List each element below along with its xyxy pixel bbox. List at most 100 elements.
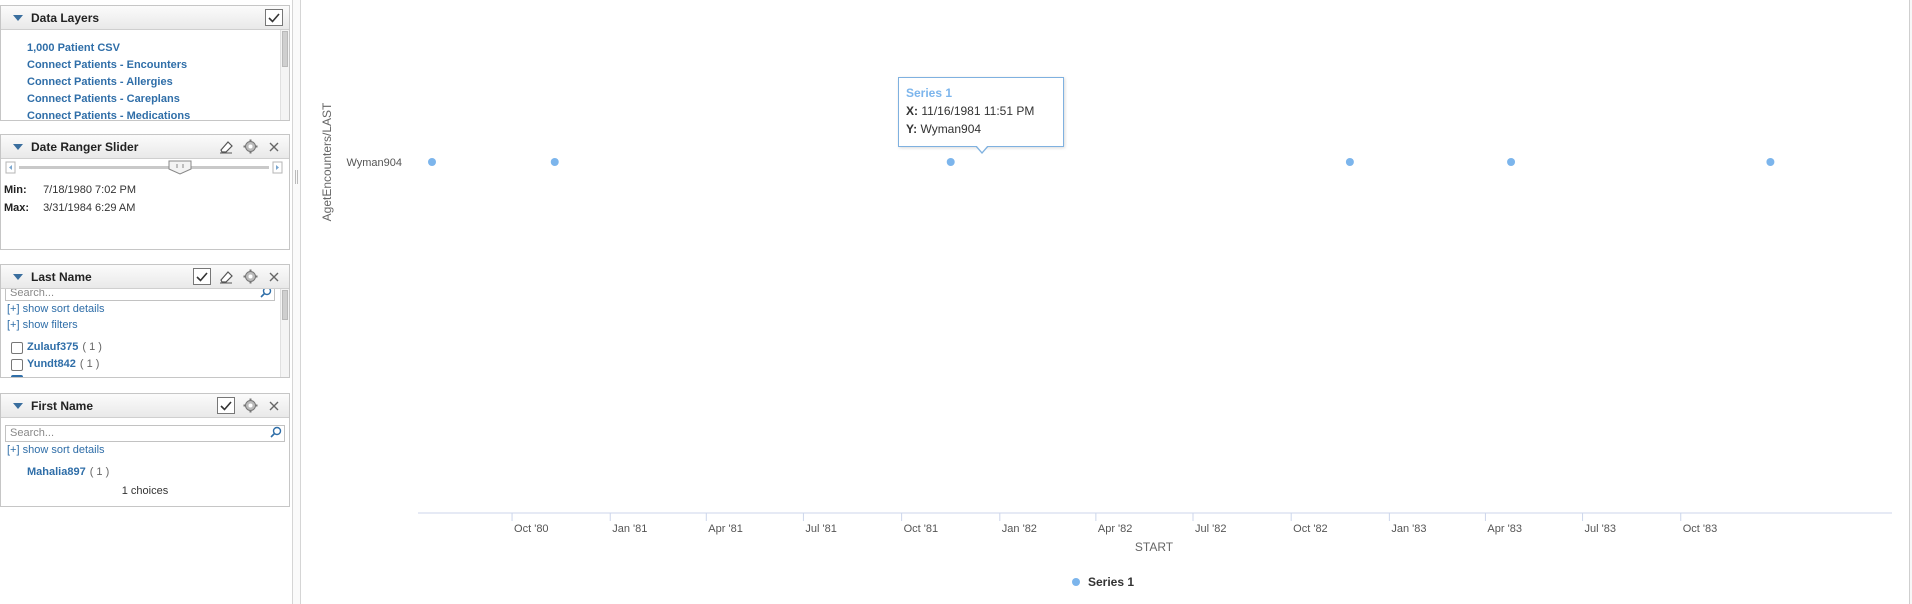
gear-icon[interactable] xyxy=(241,138,259,155)
last-name-search-input[interactable]: Search... xyxy=(5,289,275,301)
max-row: Max: 3/31/1984 6:29 AM xyxy=(1,199,289,217)
x-tick-label: Oct '82 xyxy=(1293,523,1328,535)
x-tick-label: Oct '81 xyxy=(904,523,939,535)
x-tick-label: Jul '83 xyxy=(1585,523,1616,535)
partial-checkbox xyxy=(11,375,23,377)
tooltip-x-value: 11/16/1981 11:51 PM xyxy=(921,104,1035,118)
search-icon[interactable] xyxy=(260,289,272,302)
max-value: 3/31/1984 6:29 AM xyxy=(43,202,136,214)
list-item[interactable]: Zulauf375 ( 1 ) xyxy=(1,339,289,356)
choice-name: Mahalia897 xyxy=(27,466,86,478)
layer-item[interactable]: 1,000 Patient CSV xyxy=(1,40,289,57)
panel-title: First Name xyxy=(31,398,94,413)
panel-title: Data Layers xyxy=(31,10,100,25)
choice-count: ( 1 ) xyxy=(89,466,110,478)
select-all-checkbox-icon[interactable] xyxy=(193,268,211,285)
scrollbar[interactable] xyxy=(280,289,289,377)
search-placeholder: Search... xyxy=(10,427,55,439)
first-name-body: Search... [+] show sort details Mahalia8… xyxy=(1,418,289,506)
x-tick-label: Jan '81 xyxy=(612,523,647,535)
x-tick-label: Apr '81 xyxy=(708,523,743,535)
choice-name: Zulauf375 xyxy=(27,341,79,353)
list-item[interactable]: Mahalia897 ( 1 ) xyxy=(1,464,289,481)
tooltip-arrow-inner xyxy=(976,145,988,152)
show-sort-details-link[interactable]: [+] show sort details xyxy=(1,442,289,458)
panel-title: Last Name xyxy=(31,269,92,284)
x-tick-label: Jul '82 xyxy=(1195,523,1226,535)
gear-icon[interactable] xyxy=(241,397,259,414)
data-point xyxy=(1766,158,1775,166)
data-point xyxy=(1507,158,1516,166)
data-point xyxy=(946,158,955,166)
panel-title: Date Ranger Slider xyxy=(31,139,139,154)
date-range-slider[interactable] xyxy=(1,159,289,181)
close-icon[interactable] xyxy=(265,138,283,155)
left-panel-column: Data Layers 1,000 Patient CSV Connect Pa… xyxy=(0,0,292,604)
select-all-checkbox-icon[interactable] xyxy=(265,9,283,26)
chart-tooltip: Series 1 X: 11/16/1981 11:51 PM Y: Wyman… xyxy=(898,77,1064,154)
x-tick-label: Apr '83 xyxy=(1487,523,1522,535)
eraser-icon[interactable] xyxy=(217,268,235,285)
choice-name: Yundt842 xyxy=(27,358,76,370)
layer-item[interactable]: Connect Patients - Careplans xyxy=(1,91,289,108)
x-tick-label: Jan '82 xyxy=(1002,523,1037,535)
splitter-grip[interactable] xyxy=(295,170,298,184)
x-tick-label: Apr '82 xyxy=(1098,523,1133,535)
scroll-thumb[interactable] xyxy=(282,31,288,67)
date-slider-header[interactable]: Date Ranger Slider xyxy=(1,135,289,159)
close-icon[interactable] xyxy=(265,268,283,285)
min-row: Min: 7/18/1980 7:02 PM xyxy=(1,181,289,199)
collapse-triangle-icon[interactable] xyxy=(13,273,23,280)
choice-count: ( 1 ) xyxy=(82,341,102,353)
show-sort-details-link[interactable]: [+] show sort details xyxy=(1,301,289,317)
chart-canvas: Oct '80 Jan '81 Apr '81 Jul '81 Oct '81 Jan '… xyxy=(320,102,1892,554)
x-tick-label: Oct '80 xyxy=(514,523,549,535)
layer-item[interactable]: Connect Patients - Encounters xyxy=(1,57,289,74)
y-category-label: Wyman904 xyxy=(346,157,402,169)
x-tick-label: Oct '83 xyxy=(1683,523,1718,535)
layer-item[interactable]: Connect Patients - Allergies xyxy=(1,74,289,91)
last-name-body: Search... [+] show sort details [+] show… xyxy=(1,289,289,377)
close-icon[interactable] xyxy=(265,397,283,414)
eraser-icon[interactable] xyxy=(217,138,235,155)
x-axis-title: START xyxy=(1135,540,1174,554)
min-label: Min: xyxy=(4,184,27,196)
legend-marker xyxy=(1072,578,1080,586)
gear-icon[interactable] xyxy=(241,268,259,285)
scrollbar[interactable] xyxy=(280,30,289,120)
select-all-checkbox-icon[interactable] xyxy=(217,397,235,414)
tooltip-y-row: Y: Wyman904 xyxy=(906,122,982,136)
collapse-triangle-icon[interactable] xyxy=(13,14,23,21)
first-name-panel: First Name Search... [+] show sort detai… xyxy=(0,393,290,507)
scroll-thumb[interactable] xyxy=(282,290,288,320)
first-name-header[interactable]: First Name xyxy=(1,394,289,418)
date-slider-panel: Date Ranger Slider Min: 7/18/1980 7:02 P… xyxy=(0,134,290,250)
choice-checkbox[interactable] xyxy=(11,358,23,371)
data-point xyxy=(428,158,436,166)
search-placeholder: Search... xyxy=(10,289,55,299)
tooltip-x-row: X: 11/16/1981 11:51 PM xyxy=(906,104,1035,118)
collapse-triangle-icon[interactable] xyxy=(13,402,23,409)
x-tick-label: Jan '83 xyxy=(1391,523,1426,535)
list-item[interactable]: Yundt842 ( 1 ) xyxy=(1,356,289,373)
data-layers-header[interactable]: Data Layers xyxy=(1,6,289,30)
data-layers-list: 1,000 Patient CSV Connect Patients - Enc… xyxy=(1,30,289,120)
tooltip-series-name: Series 1 xyxy=(906,86,953,100)
choice-count: ( 1 ) xyxy=(79,358,100,370)
collapse-triangle-icon[interactable] xyxy=(13,143,23,150)
data-layers-panel: Data Layers 1,000 Patient CSV Connect Pa… xyxy=(0,5,290,121)
panel-splitter[interactable] xyxy=(292,0,301,604)
show-filters-link[interactable]: [+] show filters xyxy=(1,317,289,333)
tooltip-x-label: X xyxy=(906,104,915,118)
layer-item[interactable]: Connect Patients - Medications xyxy=(1,108,289,120)
chart-legend[interactable]: Series 1 xyxy=(1072,575,1134,589)
search-icon[interactable] xyxy=(270,426,282,442)
first-name-search-input[interactable]: Search... xyxy=(5,425,285,442)
date-slider-body: Min: 7/18/1980 7:02 PM Max: 3/31/1984 6:… xyxy=(1,159,289,249)
data-point xyxy=(1345,158,1354,166)
scatter-chart: Oct '80 Jan '81 Apr '81 Jul '81 Oct '81 Jan '… xyxy=(301,0,1909,604)
data-point xyxy=(550,158,559,166)
max-label: Max: xyxy=(4,202,30,214)
last-name-header[interactable]: Last Name xyxy=(1,265,289,289)
choice-checkbox[interactable] xyxy=(11,341,23,354)
